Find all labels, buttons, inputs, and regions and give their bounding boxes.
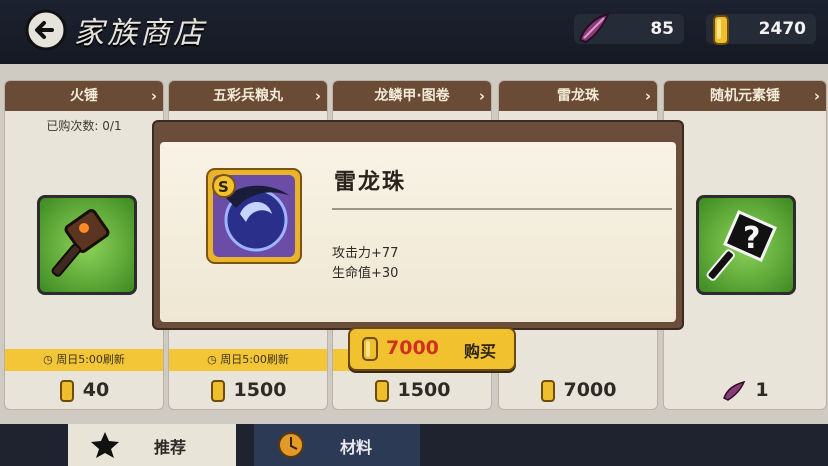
card-price: 1500 (333, 373, 491, 407)
feather-icon (723, 380, 746, 401)
card-price: 40 (5, 373, 163, 407)
mystery-hammer-icon: ? (706, 210, 777, 281)
card-header: 随机元素锤 › (664, 81, 826, 111)
tab-recommended[interactable]: 推荐 (68, 424, 236, 466)
refresh-time: ◷ 周日5:00刷新 (169, 349, 327, 371)
gold-bar-icon (374, 379, 389, 402)
chevron-right-icon: › (314, 87, 321, 105)
card-header: 龙鳞甲·图卷 › (333, 81, 491, 111)
back-arrow-icon (25, 9, 67, 51)
feather-count: 85 (650, 19, 674, 39)
tab-label: 材料 (340, 438, 373, 457)
hammer-icon (51, 209, 110, 277)
clock-icon: ◷ (207, 353, 221, 366)
divider (332, 208, 672, 210)
card-title: 龙鳞甲·图卷 (374, 88, 450, 104)
stat-hp: 生命值+30 (332, 266, 399, 281)
refresh-time: ◷ 周日5:00刷新 (5, 349, 163, 371)
gold-bar-icon (540, 379, 555, 402)
svg-text:S: S (218, 178, 229, 196)
gold-bar-icon (713, 15, 729, 45)
card-price: 7000 (499, 373, 657, 407)
feather-icon (578, 12, 610, 44)
feather-currency: 85 (574, 12, 684, 44)
chevron-right-icon: › (478, 87, 485, 105)
thunder-dragon-orb-icon: S (206, 168, 302, 264)
top-bar: 家族商店 85 2470 (0, 0, 828, 64)
card-header: 火锤 › (5, 81, 163, 111)
item-name: 雷龙珠 (334, 170, 407, 195)
star-icon (91, 432, 119, 458)
chevron-right-icon: › (150, 87, 157, 105)
gold-bar-icon (362, 337, 378, 361)
card-title: 随机元素锤 (710, 88, 780, 104)
chevron-right-icon: › (644, 87, 651, 105)
buy-price: 7000 (386, 337, 439, 359)
page-title: 家族商店 (74, 16, 206, 51)
gold-bar-icon (59, 379, 74, 402)
item-image-box: ? (696, 195, 796, 295)
card-price: 1 (664, 373, 826, 407)
gold-currency: 2470 (706, 14, 816, 45)
tab-label: 推荐 (154, 438, 187, 457)
shop-card-fire-hammer[interactable]: 火锤 › 已购次数: 0/1 ◷ 周日5:00刷新 40 (4, 80, 164, 410)
item-detail-panel: S 雷龙珠 攻击力+77 生命值+30 (160, 142, 676, 322)
buy-label: 购买 (464, 342, 497, 361)
item-detail-modal[interactable]: S 雷龙珠 攻击力+77 生命值+30 (152, 120, 684, 330)
materials-icon (278, 432, 304, 458)
card-title: 雷龙珠 (557, 88, 599, 104)
gold-count: 2470 (758, 19, 806, 39)
buy-button[interactable]: 7000 购买 (348, 327, 516, 371)
card-price: 1500 (169, 373, 327, 407)
bottom-tab-bar: 推荐 材料 (0, 424, 828, 466)
stat-attack: 攻击力+77 (332, 246, 399, 261)
tab-materials[interactable]: 材料 (254, 424, 420, 466)
item-image-box (37, 195, 137, 295)
chevron-right-icon: › (813, 87, 820, 105)
card-title: 五彩兵粮丸 (213, 88, 283, 104)
card-header: 五彩兵粮丸 › (169, 81, 327, 111)
svg-text:?: ? (743, 221, 760, 256)
shop-card-random-element-hammer[interactable]: 随机元素锤 › ? 1 (663, 80, 827, 410)
back-button[interactable] (24, 8, 68, 52)
clock-icon: ◷ (43, 353, 57, 366)
card-header: 雷龙珠 › (499, 81, 657, 111)
gold-bar-icon (210, 379, 225, 402)
purchase-count: 已购次数: 0/1 (46, 119, 122, 133)
card-title: 火锤 (70, 88, 98, 104)
